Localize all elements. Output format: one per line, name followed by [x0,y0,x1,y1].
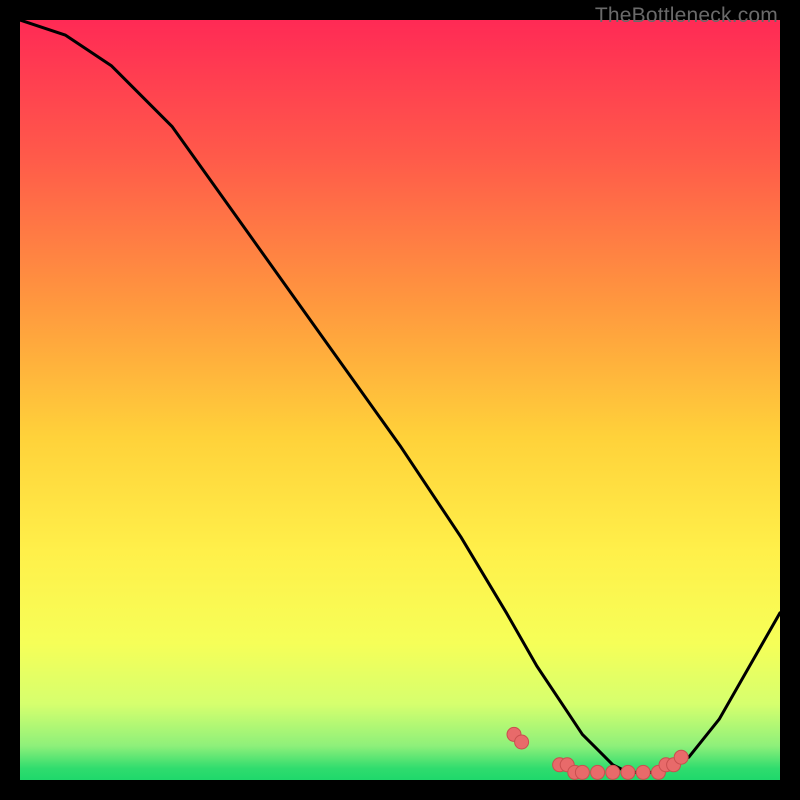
curve-marker [606,765,620,779]
curve-marker [621,765,635,779]
curve-marker [636,765,650,779]
curve-marker [674,750,688,764]
chart-frame [20,20,780,780]
curve-marker [575,765,589,779]
gradient-background [20,20,780,780]
curve-marker [515,735,529,749]
bottleneck-chart [20,20,780,780]
curve-marker [591,765,605,779]
watermark-text: TheBottleneck.com [595,4,778,28]
